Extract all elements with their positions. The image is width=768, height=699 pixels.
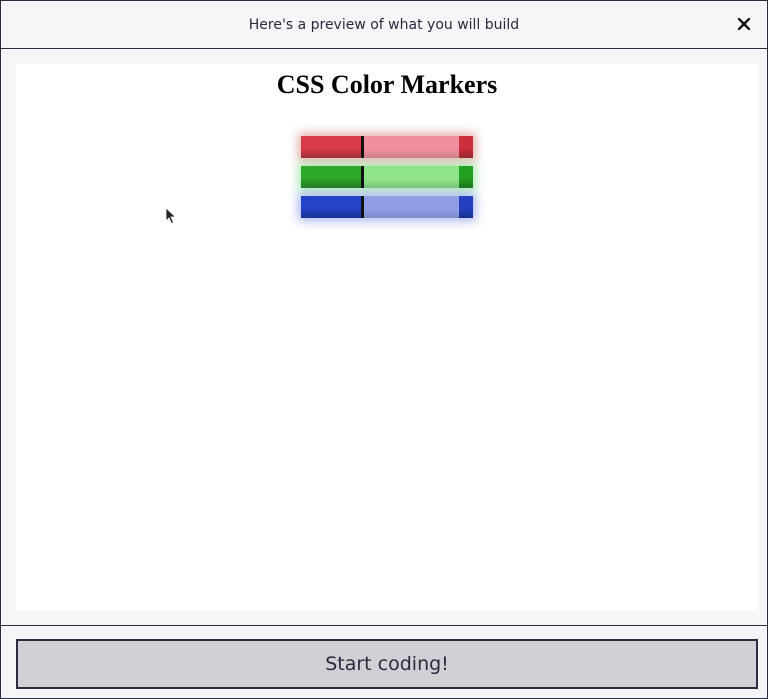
- marker-tip: [459, 196, 473, 218]
- marker-blue: [301, 196, 473, 218]
- marker-cap: [301, 196, 361, 218]
- marker-tip: [459, 166, 473, 188]
- marker-red: [301, 136, 473, 158]
- marker-green: [301, 166, 473, 188]
- modal-header: Here's a preview of what you will build: [1, 1, 767, 49]
- close-button[interactable]: [733, 13, 755, 35]
- close-icon: [738, 18, 750, 30]
- marker-cap: [301, 166, 361, 188]
- marker-body: [364, 196, 459, 218]
- preview-heading: CSS Color Markers: [276, 70, 498, 99]
- marker-cap: [301, 136, 361, 158]
- preview-modal: Here's a preview of what you will build …: [0, 0, 768, 699]
- marker-tip: [459, 136, 473, 158]
- start-coding-button[interactable]: Start coding!: [16, 639, 758, 689]
- modal-title: Here's a preview of what you will build: [248, 16, 520, 33]
- mouse-pointer-icon: [165, 207, 177, 230]
- preview-frame: CSS Color Markers: [16, 64, 758, 611]
- markers-container: [301, 136, 473, 226]
- modal-footer: Start coding!: [1, 625, 767, 698]
- marker-body: [364, 166, 459, 188]
- marker-body: [364, 136, 459, 158]
